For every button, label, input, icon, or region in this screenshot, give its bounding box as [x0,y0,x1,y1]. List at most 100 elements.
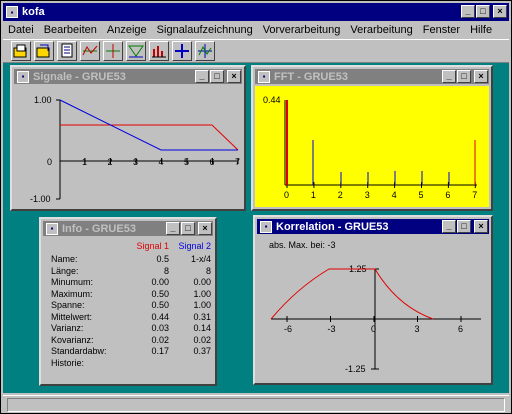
status-field [7,398,505,412]
minimize-button[interactable]: _ [442,70,456,83]
correlation-curve [270,268,434,320]
info-title: Info - GRUE53 [62,222,136,235]
cross-chart-button[interactable] [103,41,123,61]
info-value-signal1: 8 [163,265,169,276]
menu-bar: Datei Bearbeiten Anzeige Signalaufzeichn… [3,21,509,39]
bar-chart-icon [152,46,166,58]
filter-chart-button[interactable] [126,41,146,61]
maximize-button[interactable]: □ [181,222,195,235]
info-row: Name: 0.5 1-x/4 [51,254,211,265]
maximize-button[interactable]: □ [457,70,471,83]
main-window-buttons: _ □ × [460,5,507,18]
y-zero-label: 0 [47,157,52,167]
maximize-button[interactable]: □ [210,70,224,83]
info-value-signal2: 1.00 [193,288,211,299]
y-top-label: 1.00 [34,95,52,105]
grid-chart-button[interactable] [195,41,215,61]
info-row: Historie: [51,358,211,369]
fft-title: FFT - GRUE53 [274,70,348,83]
info-label: Standardabw: [51,346,107,356]
signale-title-bar[interactable]: ▪ Signale - GRUE53 _ □ × [14,69,242,84]
menu-signalaufzeichnung[interactable]: Signalaufzeichnung [152,24,258,36]
menu-fenster[interactable]: Fenster [418,24,465,36]
x-tick-label: 4 [392,190,397,200]
close-button[interactable]: × [198,222,212,235]
x-tick-label: 7 [235,157,240,167]
x-tick-label: 6 [210,157,215,167]
info-value-signal2: 0.00 [193,277,211,287]
menu-anzeige[interactable]: Anzeige [102,24,152,36]
korrelation-plot: abs. Max. bei: -3 1.25 -1.25 -6 -3 0 3 6 [269,240,481,374]
x-tick-label: 3 [415,324,420,334]
minimize-button[interactable]: _ [461,5,475,18]
close-button[interactable]: × [493,5,507,18]
info-value-signal1: 0.00 [151,277,169,287]
info-value-signal1: 0.50 [151,300,169,310]
x-tick-label: 5 [184,157,189,167]
signale-plot: 1.00 0 -1.00 1 2 3 4 5 6 7 [30,95,240,204]
info-value-signal2: 0.37 [193,346,211,356]
open-folder-button[interactable] [11,41,31,61]
x-tick-label: 4 [159,157,164,167]
window-menu-icon[interactable]: ▪ [258,70,270,83]
info-body: Signal 1 Signal 2 Name: 0.5 1-x/4 Länge: 8 8 M… [43,238,213,382]
signal2-header: Signal 2 [178,241,211,251]
korrelation-plot-area: abs. Max. bei: -3 1.25 -1.25 -6 -3 0 3 6 [257,236,489,381]
minimize-button[interactable]: _ [442,220,456,233]
info-value-signal1: 0.17 [151,346,169,356]
signal-chart-icon [82,45,98,56]
window-menu-icon[interactable]: ▪ [17,70,29,83]
crosshair-icon [175,44,189,58]
window-menu-icon[interactable]: ▪ [46,222,58,235]
signal1-line [60,124,239,151]
fft-title-bar[interactable]: ▪ FFT - GRUE53 _ □ × [255,69,489,84]
window-menu-icon[interactable]: ▪ [260,220,272,233]
korrelation-title-bar[interactable]: ▪ Korrelation - GRUE53 _ □ × [257,219,489,234]
close-button[interactable]: × [474,220,488,233]
info-header-row: Signal 1 Signal 2 [51,241,211,252]
close-button[interactable]: × [227,70,241,83]
x-tick-label: 1 [311,190,316,200]
x-tick-label: 3 [133,157,138,167]
minimize-button[interactable]: _ [166,222,180,235]
info-value-signal2: 0.02 [193,334,211,345]
fft-plot-area: 0.44 0 1 2 3 4 5 6 7 [255,86,489,207]
cross-chart-icon [106,44,120,58]
menu-verarbeitung[interactable]: Verarbeitung [345,24,417,36]
menu-vorverarbeitung[interactable]: Vorverarbeitung [258,24,346,36]
document-button[interactable] [57,41,77,61]
main-title-bar[interactable]: ▪ kofa _ □ × [3,3,509,21]
info-row: Maximum: 0.50 1.00 [51,289,211,300]
x-tick-label: 2 [338,190,343,200]
convert-button[interactable] [34,41,54,61]
mdi-workspace: ▪ Signale - GRUE53 _ □ × 1.00 0 -1.00 1 … [3,63,509,393]
menu-datei[interactable]: Datei [3,24,39,36]
signal-chart-button[interactable] [80,41,100,61]
maximize-button[interactable]: □ [457,220,471,233]
toolbar [3,39,509,63]
menu-bearbeiten[interactable]: Bearbeiten [39,24,102,36]
max-label: abs. Max. bei: -3 [269,240,336,250]
maximize-button[interactable]: □ [476,5,490,18]
minimize-button[interactable]: _ [195,70,209,83]
y-top-label: 0.44 [263,95,281,105]
fft-window: ▪ FFT - GRUE53 _ □ × 0.44 0 1 2 3 4 5 6 7 [251,65,493,211]
menu-hilfe[interactable]: Hilfe [465,24,497,36]
close-button[interactable]: × [474,70,488,83]
info-label: Spanne: [51,300,85,310]
info-value-signal1 [121,358,169,369]
info-title-bar[interactable]: ▪ Info - GRUE53 _ □ × [43,221,213,236]
signale-plot-area: 1.00 0 -1.00 1 2 3 4 5 6 7 [14,86,242,207]
info-value-signal2: 0.31 [193,311,211,322]
bar-chart-button[interactable] [149,41,169,61]
info-label: Maximum: [51,288,93,299]
info-value-signal1: 0.44 [151,311,169,322]
info-value-signal1: 0.02 [151,334,169,345]
app-icon[interactable]: ▪ [6,6,18,18]
crosshair-button[interactable] [172,41,192,61]
info-value-signal1: 0.03 [151,323,169,333]
x-tick-label: 6 [458,324,463,334]
info-row: Varianz: 0.03 0.14 [51,323,211,334]
app-title: kofa [22,6,45,18]
info-value-signal2: 8 [205,265,211,276]
